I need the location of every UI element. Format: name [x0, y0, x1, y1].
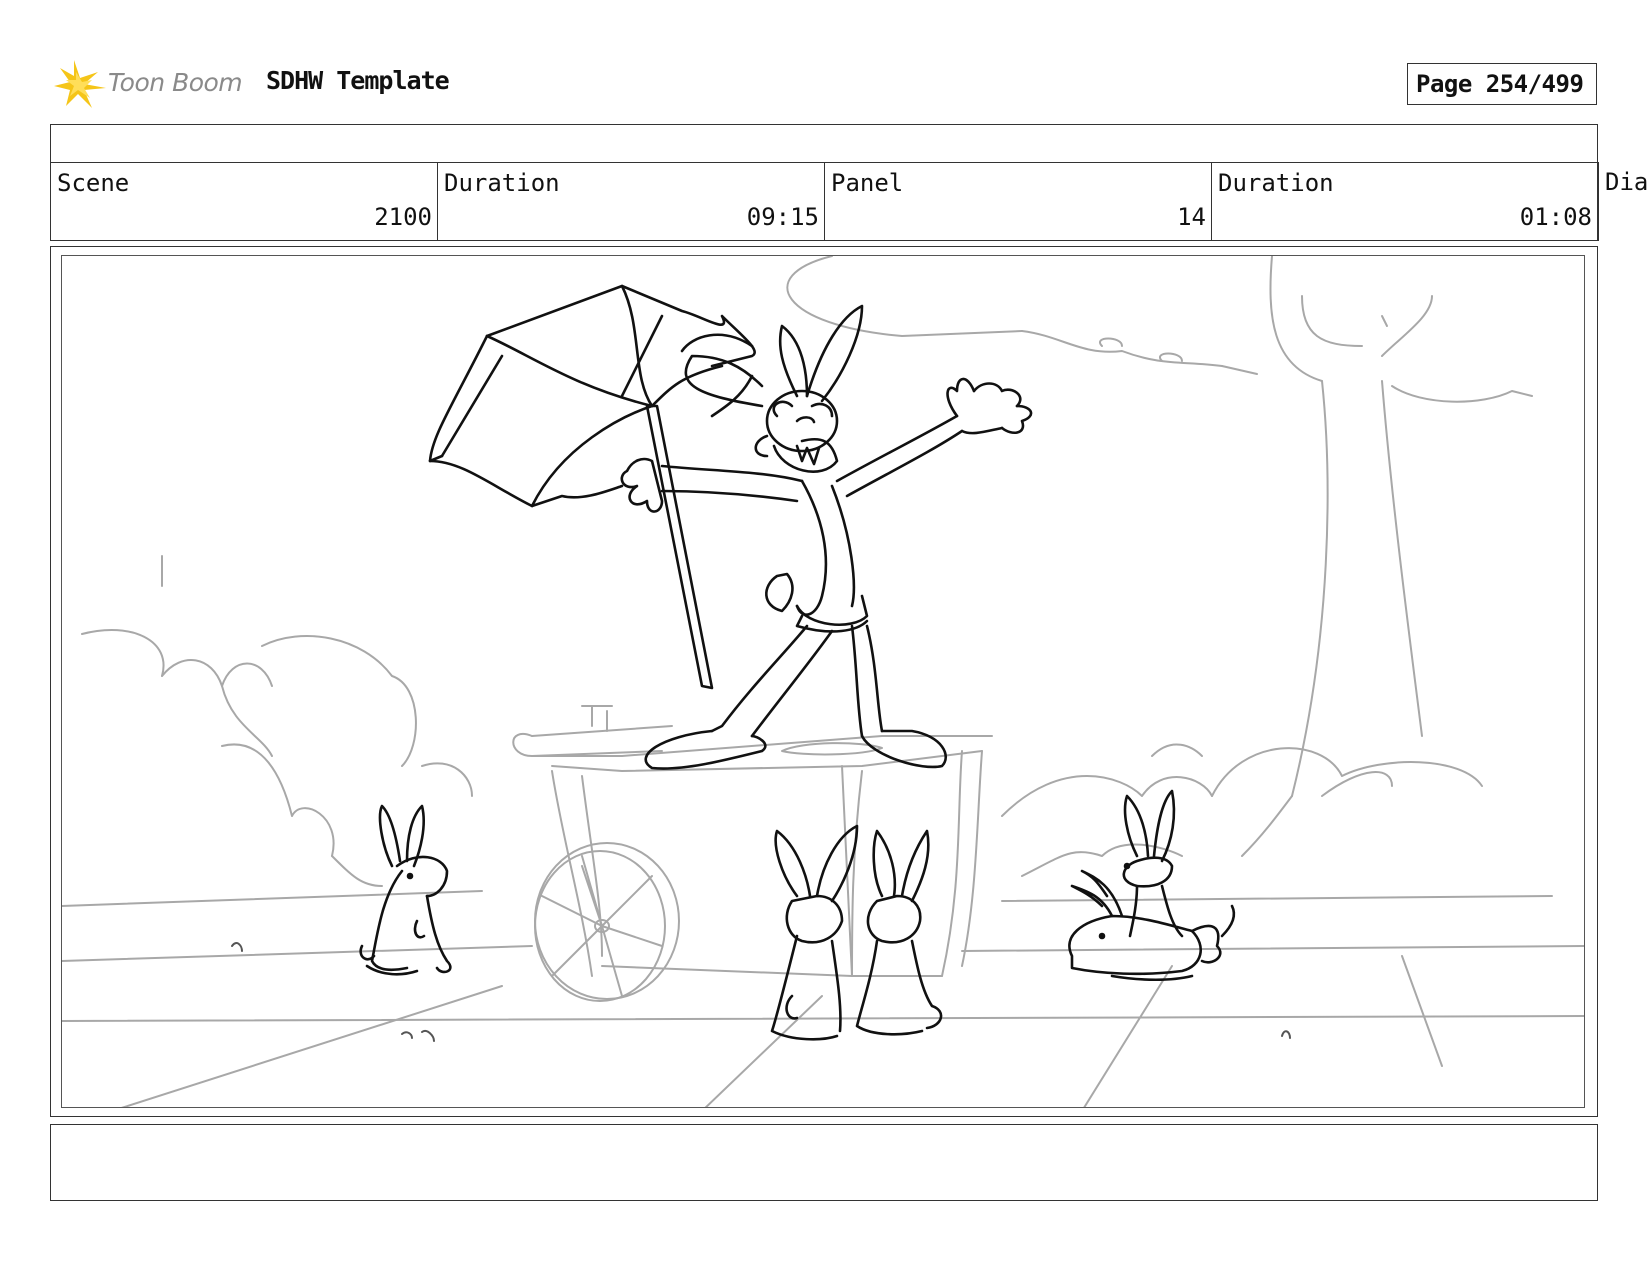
star-burst-icon — [54, 60, 106, 108]
scene-value: 2100 — [374, 203, 432, 231]
panel-duration-value: 01:08 — [1519, 203, 1592, 231]
panel-drawing-area — [61, 255, 1585, 1108]
panel-duration-cell: Duration 01:08 — [1211, 162, 1598, 241]
scene-duration-value: 09:15 — [746, 203, 819, 231]
scene-duration-label: Duration — [444, 169, 560, 197]
panel-value: 14 — [1177, 203, 1206, 231]
panel-label: Panel — [831, 169, 904, 197]
document-title: SDHW Template — [266, 66, 450, 95]
dialogue-label: Dia — [1605, 168, 1649, 196]
background-sketch — [62, 256, 1584, 1107]
character-sketch — [359, 284, 1236, 1041]
scene-duration-cell: Duration 09:15 — [437, 162, 824, 241]
panel-duration-label: Duration — [1218, 169, 1334, 197]
storyboard-sketch — [62, 256, 1584, 1107]
storyboard-panel — [50, 246, 1598, 1117]
scene-label: Scene — [57, 169, 130, 197]
page-number: Page 254/499 — [1407, 63, 1597, 105]
toon-boom-logo: Toon Boom — [54, 58, 244, 110]
notes-box — [50, 1124, 1598, 1201]
scene-cell: Scene 2100 — [50, 162, 437, 241]
dialogue-cell: Dia — [1598, 162, 1650, 241]
logo-text: Toon Boom — [108, 68, 243, 97]
panel-cell: Panel 14 — [824, 162, 1211, 241]
panel-info-row: Scene 2100 Duration 09:15 Panel 14 Durat… — [50, 162, 1650, 241]
sequence-strip — [50, 124, 1598, 163]
